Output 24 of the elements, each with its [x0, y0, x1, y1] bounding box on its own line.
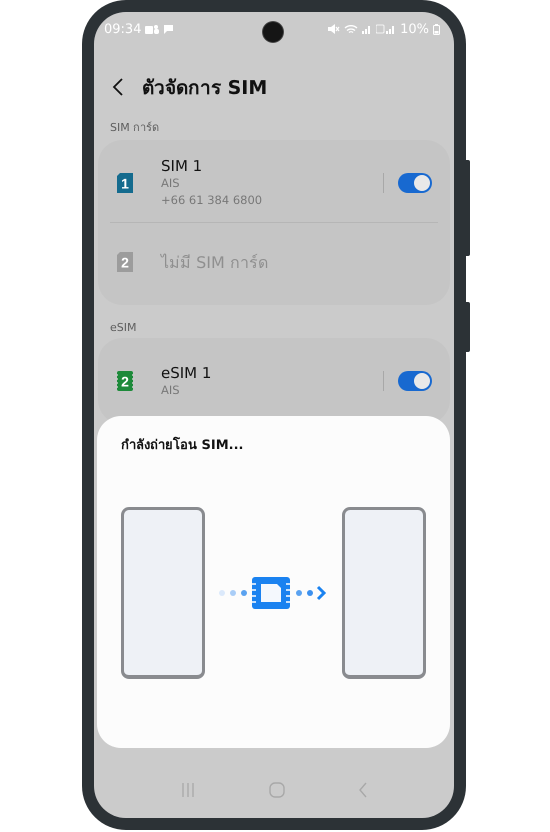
sheet-title: กำลังถ่ายโอน SIM...: [120, 436, 244, 455]
chat-icon: [163, 24, 174, 34]
phone-number: +66 61 384 6800: [161, 192, 264, 209]
mute-icon: [328, 24, 340, 34]
sim-icon: 1: [115, 172, 135, 194]
carrier-name: AIS: [161, 175, 181, 192]
carrier-name: AIS: [161, 382, 181, 398]
back-icon[interactable]: [112, 77, 124, 97]
signal-icon: [376, 24, 396, 34]
sim-name: SIM 1: [161, 157, 204, 175]
toggle-switch[interactable]: [398, 173, 432, 193]
sim-item[interactable]: 2 eSIM 1 AIS: [98, 342, 450, 420]
sim-name: eSIM 1: [161, 364, 212, 382]
camera-hole: [263, 22, 283, 42]
page-title: ตัวจัดการ SIM: [142, 76, 268, 101]
section-title: eSIM: [109, 321, 138, 334]
signal-icon: [362, 24, 372, 34]
toggle-switch[interactable]: [398, 371, 432, 391]
esim-icon: 2: [115, 370, 135, 392]
wifi-icon: [344, 24, 358, 34]
battery-icon: [433, 24, 440, 34]
sim-item[interactable]: 1 SIM 1 AIS +66 61 384 6800: [98, 144, 450, 222]
sim-icon: 2: [115, 251, 135, 273]
section-title: SIM การ์ด: [109, 120, 160, 136]
